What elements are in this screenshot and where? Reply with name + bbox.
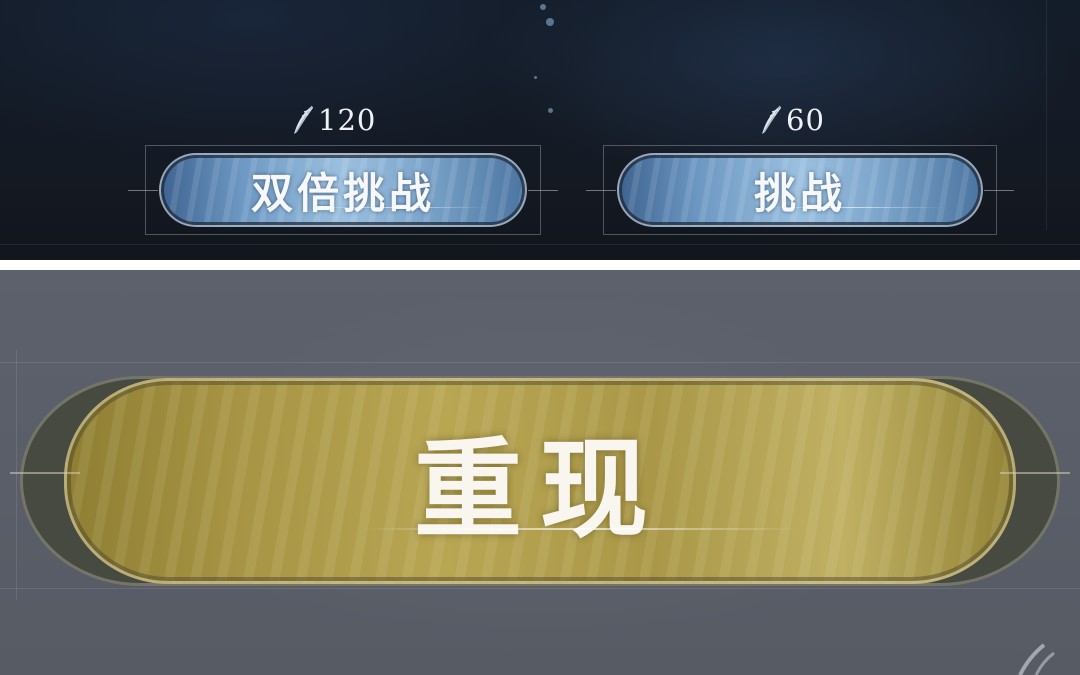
double-challenge-cost: 120 [290, 103, 376, 137]
frame-line [0, 362, 1080, 363]
sparkle [546, 18, 554, 26]
replay-label: 重现 [413, 427, 666, 553]
panel-divider [0, 260, 1080, 270]
decorative-line [360, 528, 800, 530]
sparkle [534, 76, 537, 79]
double-challenge-label: 双倍挑战 [250, 168, 435, 218]
replay-button[interactable]: 重现 [10, 366, 1070, 596]
challenge-panel: 120 60 双倍挑战 挑战 [0, 0, 1080, 260]
sparkle [540, 4, 546, 10]
screenshot: 120 60 双倍挑战 挑战 重现 [0, 0, 1080, 675]
sparkle [548, 108, 553, 113]
double-challenge-button[interactable]: 双倍挑战 [128, 145, 558, 235]
ornament-icon [1018, 643, 1055, 675]
replay-panel: 重现 [0, 270, 1080, 675]
frame-line [1046, 0, 1047, 230]
challenge-label: 挑战 [753, 168, 846, 218]
challenge-cost: 60 [758, 103, 825, 137]
challenge-button[interactable]: 挑战 [586, 145, 1014, 235]
decorative-line [764, 207, 944, 208]
quill-icon [762, 105, 781, 134]
decorative-line [307, 207, 487, 208]
challenge-cost-value: 60 [786, 103, 825, 137]
frame-line [0, 244, 1080, 245]
quill-icon [294, 105, 313, 134]
frame-line [16, 350, 17, 600]
double-challenge-cost-value: 120 [318, 103, 377, 137]
